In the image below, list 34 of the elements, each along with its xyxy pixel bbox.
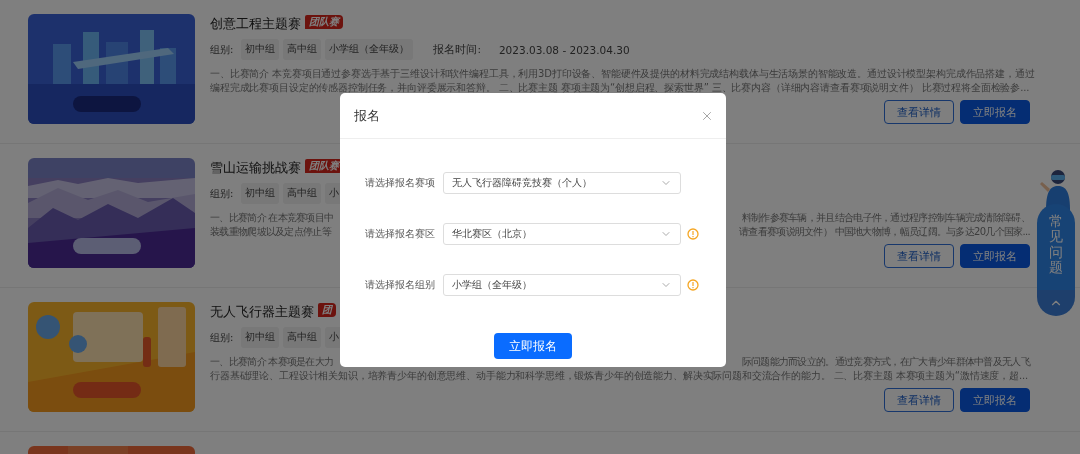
competition-title: 创意工程主题赛 [210, 15, 301, 33]
details-button[interactable]: 查看详情 [884, 100, 954, 124]
team-badge: 团队赛 [305, 15, 343, 29]
select-field[interactable]: 无人飞行器障碍竞技赛（个人） [443, 172, 681, 194]
group-tag: 高中组 [283, 39, 322, 60]
team-badge: 团队赛 [305, 159, 343, 173]
group-tag: 高中组 [283, 327, 322, 348]
team-badge: 团 [318, 303, 336, 317]
competition-title: 雪山运输挑战赛 [210, 159, 301, 177]
register-button[interactable]: 立即报名 [960, 388, 1030, 412]
field-label: 请选择报名赛项 [364, 176, 435, 190]
group-label: 组别: [210, 42, 234, 57]
select-field[interactable]: 华北赛区（北京） [443, 223, 681, 245]
details-button[interactable]: 查看详情 [884, 244, 954, 268]
group-tag: 小学组（全年级） [325, 39, 414, 60]
time-label: 报名时间: [433, 42, 481, 57]
details-button[interactable]: 查看详情 [884, 388, 954, 412]
group-tag: 初中组 [241, 327, 280, 348]
select-field[interactable]: 小学组（全年级） [443, 274, 681, 296]
group-tag: 高中组 [283, 183, 322, 204]
register-button[interactable]: 立即报名 [960, 244, 1030, 268]
submit-button[interactable]: 立即报名 [494, 333, 572, 359]
group-tag: 初中组 [241, 39, 280, 60]
group-label: 组别: [210, 330, 234, 345]
time-range: 2023.03.08 - 2023.04.30 [498, 43, 630, 56]
dialog-title: 报名 [354, 106, 380, 125]
faq-tab[interactable]: 常见问题 [1037, 204, 1075, 290]
group-tag: 初中组 [241, 183, 280, 204]
scroll-up-button[interactable] [1037, 289, 1075, 316]
register-button[interactable]: 立即报名 [960, 100, 1030, 124]
field-label: 请选择报名组别 [364, 278, 435, 292]
group-label: 组别: [210, 186, 234, 201]
competition-title: 无人飞行器主题赛 [210, 303, 314, 321]
field-label: 请选择报名赛区 [364, 227, 435, 241]
